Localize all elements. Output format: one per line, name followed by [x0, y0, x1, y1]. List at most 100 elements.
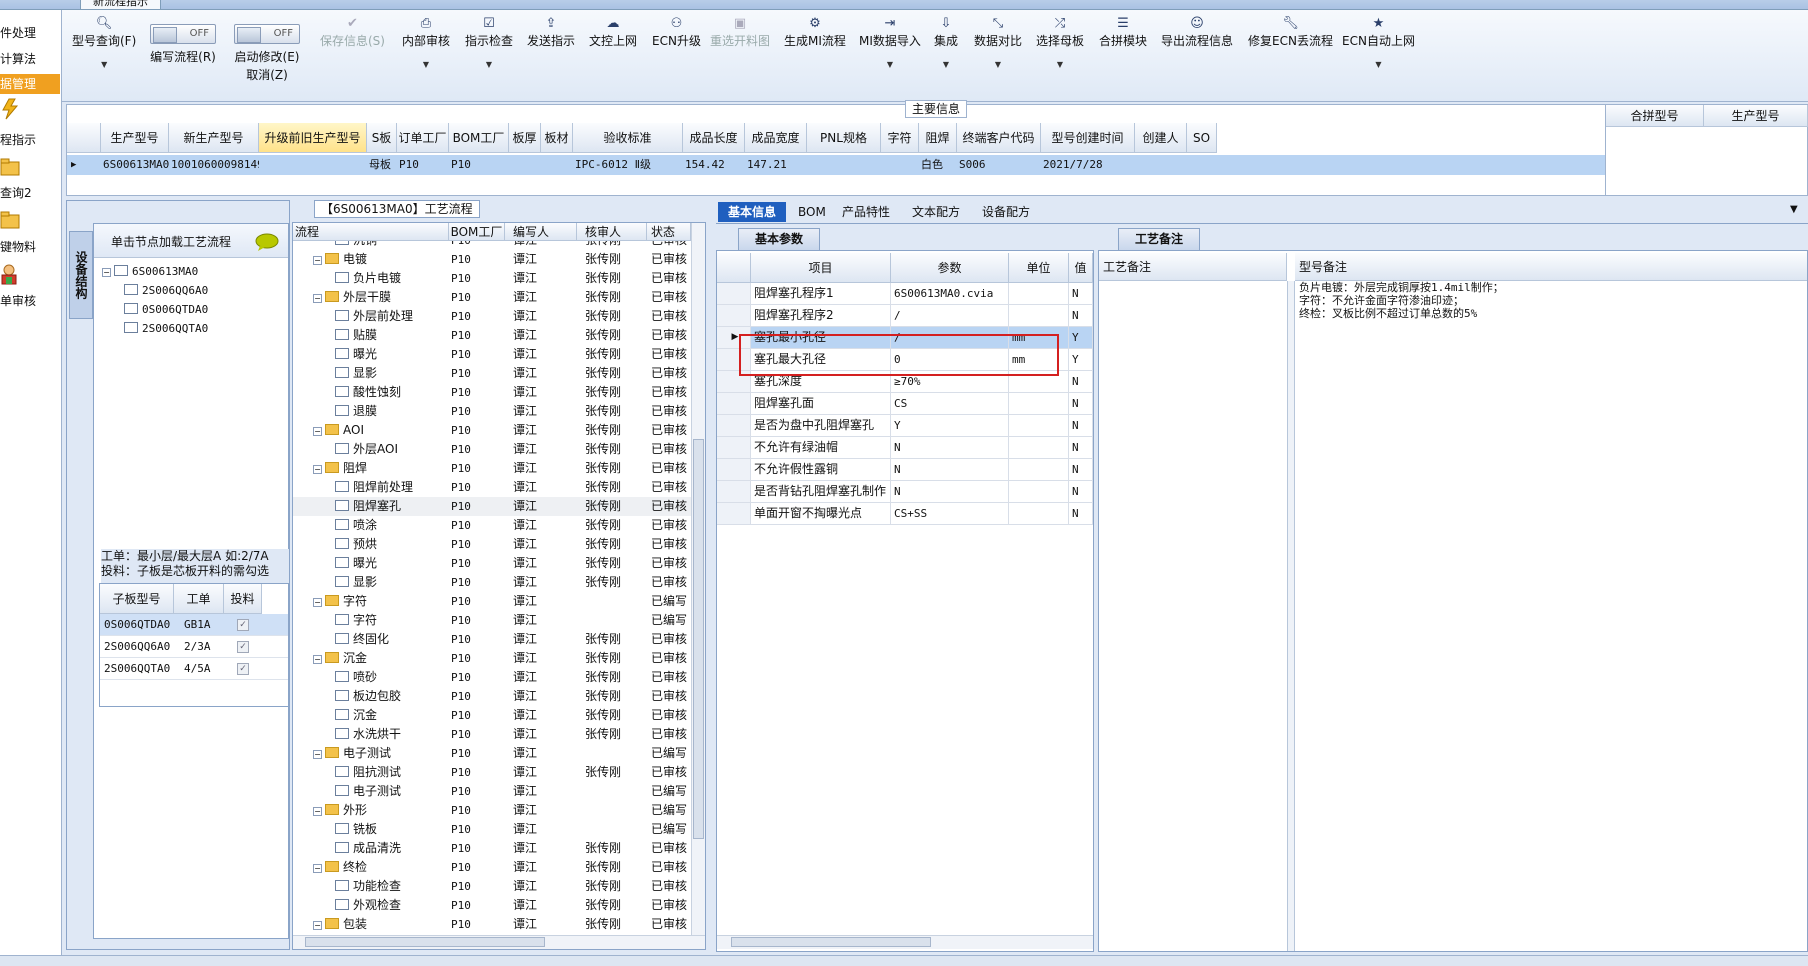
nav-item-3[interactable]: 据管理	[0, 74, 60, 94]
param-value[interactable]: N	[891, 481, 1009, 502]
window-tab[interactable]: 新流程指示	[80, 0, 161, 10]
flow-row[interactable]: − 字符 P10 谭江 已编写	[293, 592, 691, 611]
main-col-header[interactable]: 字符	[881, 123, 919, 153]
tree-child[interactable]: 2S006QQ6A0	[124, 281, 208, 300]
main-col-header[interactable]: 板厚	[509, 123, 541, 153]
flow-row[interactable]: − 包装 P10 谭江 张传刚 已审核	[293, 915, 691, 933]
flow-row[interactable]: 显影 P10 谭江 张传刚 已审核	[293, 573, 691, 592]
scrollbar-thumb[interactable]	[731, 937, 931, 947]
sub-col-header[interactable]: 投料	[224, 584, 262, 614]
main-cell[interactable]: IPC-6012 Ⅱ级	[575, 155, 683, 175]
main-info-row[interactable]: ▶ 6S00613MA0 10010600098149 母板 P10 P10 IPC-60…	[67, 155, 1605, 175]
main-cell[interactable]: P10	[451, 155, 509, 175]
flow-col-header[interactable]: 编写人	[505, 223, 577, 241]
main-col-header[interactable]: 订单工厂	[397, 123, 449, 153]
nav-item-4[interactable]: 程指示	[0, 131, 60, 148]
write-flow-toggle[interactable]: OFF	[150, 24, 216, 44]
param-value[interactable]: CS+SS	[891, 503, 1009, 524]
main-cell[interactable]: 白色	[921, 155, 957, 175]
flow-row[interactable]: 喷涂 P10 谭江 张传刚 已审核	[293, 516, 691, 535]
process-remark-header[interactable]: 工艺备注	[1099, 253, 1287, 281]
flow-row[interactable]: 板边包胶 P10 谭江 张传刚 已审核	[293, 687, 691, 706]
save-info-button[interactable]: ✔ 保存信息(S)	[320, 16, 385, 50]
feed-checkbox[interactable]: ✓	[237, 619, 249, 631]
param-row[interactable]: 阻焊塞孔程序2/ N	[717, 305, 1093, 327]
main-col-header[interactable]: 成品长度	[683, 123, 745, 153]
main-cell[interactable]: 147.21	[747, 155, 807, 175]
param-row[interactable]: 单面开窗不掏曝光点 CS+SS N	[717, 503, 1093, 525]
sub-board-row[interactable]: 2S006QQTA0 4/5A ✓	[100, 658, 288, 680]
main-cell[interactable]: P10	[399, 155, 449, 175]
param-row[interactable]: 是否背钻孔阻焊塞孔制作 N N	[717, 481, 1093, 503]
params-col-header[interactable]: 参数	[891, 253, 1009, 283]
param-value[interactable]: /	[891, 305, 1009, 326]
flow-row[interactable]: − AOI P10 谭江 张传刚 已审核	[293, 421, 691, 440]
main-cell[interactable]: 母板	[369, 155, 397, 175]
flow-col-header[interactable]: BOM工厂	[449, 223, 505, 241]
flow-row[interactable]: 负片电镀 P10 谭江 张传刚 已审核	[293, 269, 691, 288]
collapse-icon[interactable]: −	[313, 921, 322, 930]
chevron-down-icon[interactable]: ▼	[1790, 204, 1798, 215]
main-cell[interactable]: 6S00613MA0	[103, 155, 169, 175]
flow-scrollbar-h[interactable]	[293, 935, 705, 949]
flow-row[interactable]: 阻焊塞孔 P10 谭江 张传刚 已审核	[293, 497, 691, 516]
scrollbar-thumb[interactable]	[305, 937, 545, 947]
param-row[interactable]: 不允许假性露铜 N N	[717, 459, 1093, 481]
collapse-icon[interactable]: −	[313, 864, 322, 873]
main-col-header[interactable]: 验收标准	[573, 123, 683, 153]
nav-item-6[interactable]: 键物料	[0, 238, 60, 255]
main-col-header[interactable]: PNL规格	[807, 123, 881, 153]
main-col-header[interactable]: BOM工厂	[449, 123, 509, 153]
doc-upload-button[interactable]: ☁ 文控上网	[589, 16, 637, 50]
flow-row[interactable]: 退膜 P10 谭江 张传刚 已审核	[293, 402, 691, 421]
flow-row[interactable]: 曝光 P10 谭江 张传刚 已审核	[293, 554, 691, 573]
flow-scrollbar-v[interactable]	[691, 223, 705, 935]
ecn-upgrade-button[interactable]: ⚇ ECN升级	[652, 16, 701, 50]
flow-row[interactable]: 水洗烘干 P10 谭江 张传刚 已审核	[293, 725, 691, 744]
main-col-header[interactable]: 板材	[541, 123, 573, 153]
merge-module-button[interactable]: ☰ 合拼模块	[1099, 16, 1147, 50]
flow-row[interactable]: 显影 P10 谭江 张传刚 已审核	[293, 364, 691, 383]
param-row[interactable]: 阻焊塞孔程序1 6S00613MA0.cvia N	[717, 283, 1093, 305]
send-instruction-button[interactable]: ⇪ 发送指示	[527, 16, 575, 50]
main-col-header[interactable]: 创建人	[1135, 123, 1187, 153]
feed-checkbox[interactable]: ✓	[237, 663, 249, 675]
main-col-header[interactable]: 升级前旧生产型号	[259, 123, 367, 153]
param-value[interactable]: CS	[891, 393, 1009, 414]
splitter[interactable]	[1287, 281, 1295, 951]
flow-col-header[interactable]: 流程	[293, 223, 449, 241]
nav-item-5[interactable]: 查询2	[0, 184, 60, 201]
flow-row[interactable]: 阻焊前处理 P10 谭江 张传刚 已审核	[293, 478, 691, 497]
flow-row[interactable]: 外观检查 P10 谭江 张传刚 已审核	[293, 896, 691, 915]
reselect-layout-button[interactable]: ▣ 重选开料图	[710, 16, 770, 50]
feed-checkbox[interactable]: ✓	[237, 641, 249, 653]
flow-row[interactable]: − 阻焊 P10 谭江 张传刚 已审核	[293, 459, 691, 478]
device-structure-tab[interactable]: 设备结构	[69, 231, 93, 319]
remark-section-tab[interactable]: 工艺备注	[1118, 228, 1201, 250]
collapse-icon[interactable]: −	[313, 465, 322, 474]
param-value[interactable]: N	[891, 437, 1009, 458]
main-col-header[interactable]: 生产型号	[101, 123, 169, 153]
merge-col-header[interactable]: 合拼型号	[1606, 105, 1704, 127]
sub-col-header[interactable]: 子板型号	[100, 584, 174, 614]
collapse-icon[interactable]: −	[313, 427, 322, 436]
flow-col-header[interactable]: 核审人	[577, 223, 647, 241]
collapse-icon[interactable]: −	[313, 256, 322, 265]
flow-row[interactable]: − 沉金 P10 谭江 张传刚 已审核	[293, 649, 691, 668]
params-col-header[interactable]: 值	[1069, 253, 1093, 283]
param-value[interactable]: 6S00613MA0.cvia	[891, 283, 1009, 304]
flow-row[interactable]: 铣板 P10 谭江 已编写	[293, 820, 691, 839]
main-col-header[interactable]: 终端客户代码	[957, 123, 1041, 153]
nav-item-1[interactable]: 件处理	[0, 24, 60, 41]
param-value[interactable]: Y	[891, 415, 1009, 436]
flow-row[interactable]: 曝光 P10 谭江 张传刚 已审核	[293, 345, 691, 364]
nav-item-7[interactable]: 单审核	[0, 292, 60, 309]
flow-row[interactable]: 沉铜 P10谭江 张传刚已审核	[293, 241, 691, 250]
sub-board-row[interactable]: 2S006QQ6A0 2/3A ✓	[100, 636, 288, 658]
flow-row[interactable]: − 终检 P10 谭江 张传刚 已审核	[293, 858, 691, 877]
tab-bom[interactable]: BOM	[788, 202, 836, 222]
cancel-button[interactable]: 取消(Z)	[234, 66, 300, 84]
main-col-header[interactable]: S板	[367, 123, 397, 153]
main-col-header[interactable]: SO	[1187, 123, 1217, 153]
main-cell[interactable]: S006	[959, 155, 1041, 175]
